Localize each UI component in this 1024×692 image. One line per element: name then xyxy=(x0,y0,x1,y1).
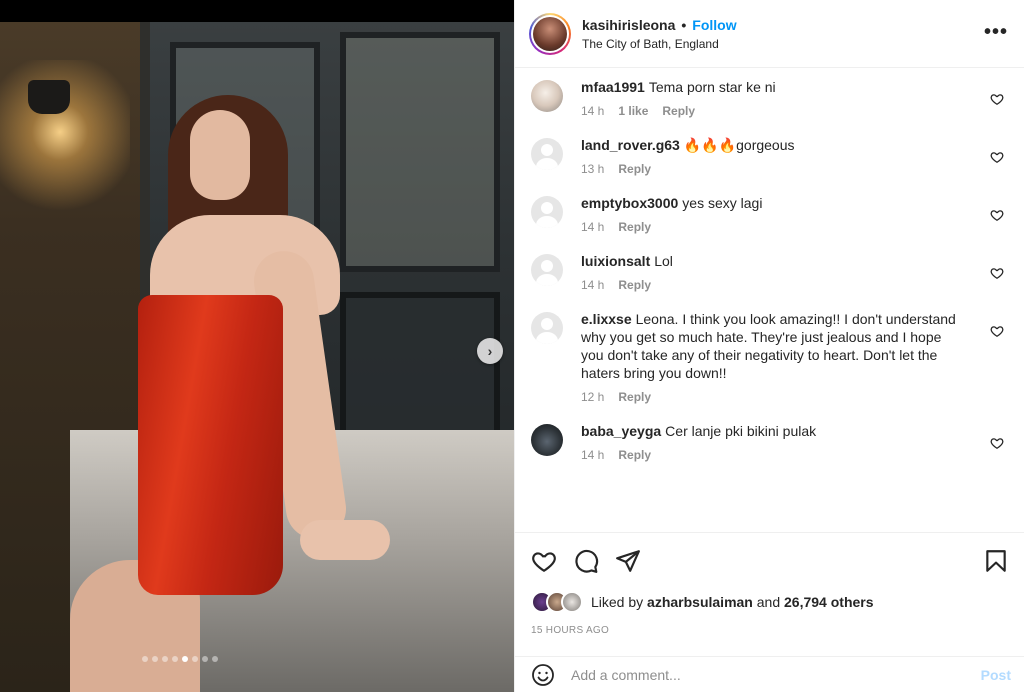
comment-username[interactable]: luixionsalt xyxy=(581,253,650,269)
reply-button[interactable]: Reply xyxy=(618,390,651,404)
comment-username[interactable]: baba_yeyga xyxy=(581,423,661,439)
likes-summary: Liked by azharbsulaiman and 26,794 other… xyxy=(531,591,1009,613)
comment-avatar[interactable] xyxy=(531,196,563,228)
comment-text: Cer lanje pki bikini pulak xyxy=(665,423,817,439)
comment-item: land_rover.g63 🔥🔥🔥gorgeous 13 h Reply xyxy=(531,136,1008,176)
comment-icon[interactable] xyxy=(573,548,599,574)
red-dress xyxy=(138,295,283,595)
reply-button[interactable]: Reply xyxy=(662,104,695,118)
share-icon[interactable] xyxy=(615,548,641,574)
more-icon[interactable]: ••• xyxy=(984,22,1008,42)
post-panel: kasihirisleona • Follow The City of Bath… xyxy=(514,0,1024,692)
comment-text: yes sexy lagi xyxy=(682,195,763,211)
comment-text: Leona. I think you look amazing!! I don'… xyxy=(581,311,956,381)
comment-avatar[interactable] xyxy=(531,312,563,344)
comment-text: Lol xyxy=(654,253,673,269)
liker-avatars xyxy=(531,591,585,613)
heart-icon[interactable] xyxy=(990,92,1004,106)
comment-username[interactable]: mfaa1991 xyxy=(581,79,645,95)
comment-time[interactable]: 13 h xyxy=(581,162,604,176)
carousel-dot xyxy=(192,656,198,662)
comment-time[interactable]: 14 h xyxy=(581,278,604,292)
comment-username[interactable]: emptybox3000 xyxy=(581,195,678,211)
comments-list: mfaa1991 Tema porn star ke ni 14 h 1 like… xyxy=(515,68,1024,533)
comment-username[interactable]: e.lixxse xyxy=(581,311,632,327)
separator-dot: • xyxy=(681,16,687,33)
username[interactable]: kasihirisleona xyxy=(582,17,675,33)
post-button[interactable]: Post xyxy=(981,667,1011,683)
comment-likes[interactable]: 1 like xyxy=(618,104,648,118)
heart-icon[interactable] xyxy=(531,548,557,574)
comment-text: 🔥🔥🔥gorgeous xyxy=(683,137,795,153)
reply-button[interactable]: Reply xyxy=(618,278,651,292)
comment-avatar[interactable] xyxy=(531,138,563,170)
post-photo[interactable]: › xyxy=(0,0,514,692)
likes-count[interactable]: 26,794 others xyxy=(784,594,874,610)
comment-item: e.lixxse Leona. I think you look amazing!… xyxy=(531,310,1008,404)
liker-username[interactable]: azharbsulaiman xyxy=(647,594,753,610)
actions-section: Liked by azharbsulaiman and 26,794 other… xyxy=(515,532,1024,636)
carousel-dots xyxy=(142,656,218,662)
comment-time[interactable]: 14 h xyxy=(581,220,604,234)
heart-icon[interactable] xyxy=(990,324,1004,338)
avatar[interactable] xyxy=(529,12,571,55)
reply-button[interactable]: Reply xyxy=(618,220,651,234)
comment-time[interactable]: 14 h xyxy=(581,104,604,118)
add-comment-bar: Post xyxy=(515,656,1024,692)
comment-avatar[interactable] xyxy=(531,424,563,456)
post-timestamp[interactable]: 15 HOURS AGO xyxy=(531,625,1009,636)
comment-input[interactable] xyxy=(571,666,951,683)
carousel-dot xyxy=(212,656,218,662)
carousel-dot xyxy=(162,656,168,662)
reply-button[interactable]: Reply xyxy=(618,448,651,462)
comment-time[interactable]: 14 h xyxy=(581,448,604,462)
heart-icon[interactable] xyxy=(990,208,1004,222)
next-arrow-icon[interactable]: › xyxy=(477,338,503,364)
comment-avatar[interactable] xyxy=(531,80,563,112)
comment-item: luixionsalt Lol 14 h Reply xyxy=(531,252,1008,292)
heart-icon[interactable] xyxy=(990,266,1004,280)
comment-avatar[interactable] xyxy=(531,254,563,286)
heart-icon[interactable] xyxy=(990,150,1004,164)
location-link[interactable]: The City of Bath, England xyxy=(582,37,737,51)
carousel-dot xyxy=(202,656,208,662)
save-icon[interactable] xyxy=(983,548,1009,574)
post-header: kasihirisleona • Follow The City of Bath… xyxy=(515,0,1024,68)
comment-item: mfaa1991 Tema porn star ke ni 14 h 1 like… xyxy=(531,78,1008,118)
carousel-dot xyxy=(152,656,158,662)
carousel-dot xyxy=(182,656,188,662)
comment-username[interactable]: land_rover.g63 xyxy=(581,137,680,153)
comment-text: Tema porn star ke ni xyxy=(648,79,776,95)
carousel-dot xyxy=(142,656,148,662)
carousel-dot xyxy=(172,656,178,662)
comment-time[interactable]: 12 h xyxy=(581,390,604,404)
follow-button[interactable]: Follow xyxy=(692,17,736,33)
comment-item: emptybox3000 yes sexy lagi 14 h Reply xyxy=(531,194,1008,234)
heart-icon[interactable] xyxy=(990,436,1004,450)
emoji-icon[interactable] xyxy=(531,663,555,687)
wall-lamp xyxy=(28,80,70,114)
reply-button[interactable]: Reply xyxy=(618,162,651,176)
comment-item: baba_yeyga Cer lanje pki bikini pulak 14 … xyxy=(531,422,1008,462)
